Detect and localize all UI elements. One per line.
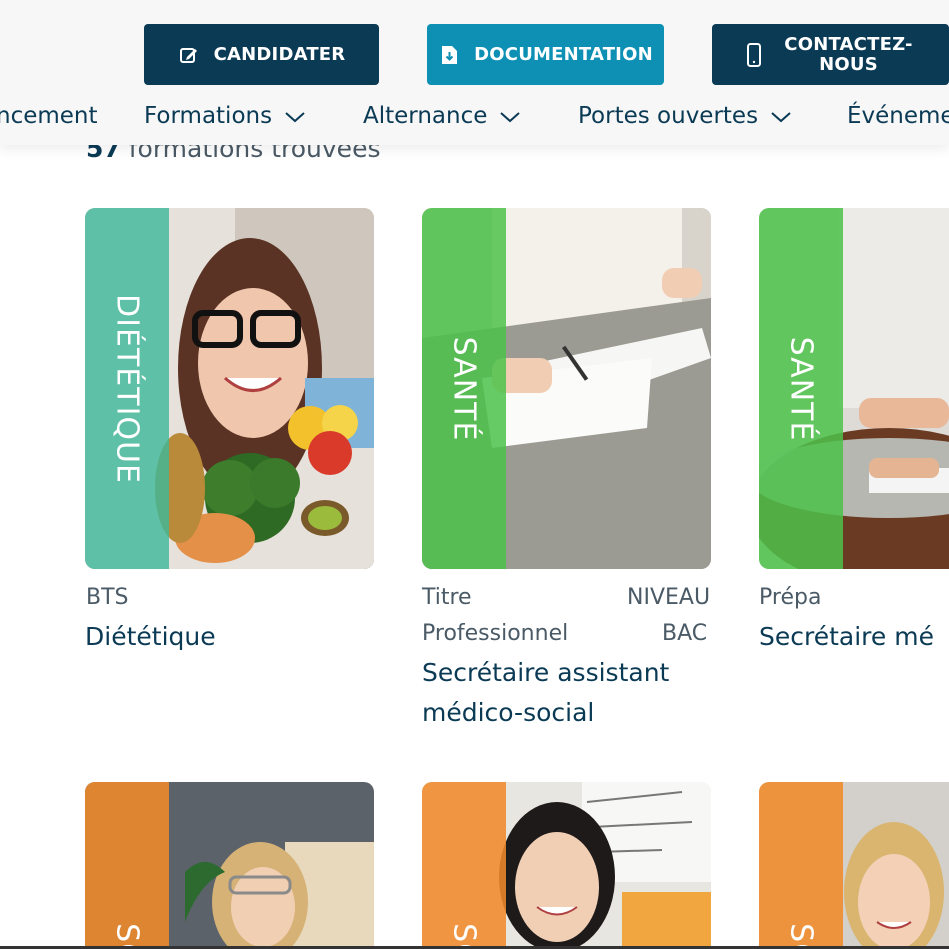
- card-level: BTS: [86, 585, 129, 610]
- category-label: SANTÉ: [783, 336, 819, 441]
- card-image-dietetique[interactable]: DIÉTÉTIQUE: [85, 208, 374, 569]
- edit-icon: [178, 44, 200, 66]
- download-document-icon: [438, 44, 460, 66]
- nav-label: ncement: [0, 103, 98, 129]
- card-image-row2-3[interactable]: SO: [759, 782, 949, 949]
- nav-item-alternance[interactable]: Alternance: [363, 96, 521, 136]
- card-level: Prépa: [759, 585, 822, 610]
- contact-label: CONTACTEZ- NOUS: [779, 33, 919, 75]
- chevron-down-icon: [770, 103, 792, 129]
- chevron-down-icon: [284, 103, 306, 129]
- candidater-button[interactable]: CANDIDATER: [144, 24, 379, 85]
- main-nav: ncement Formations Alternance Portes ouv…: [0, 96, 949, 136]
- category-band: SANTÉ: [759, 208, 843, 569]
- card-title[interactable]: Secrétaire mé: [759, 617, 934, 657]
- card-title[interactable]: Secrétaire assistant: [422, 653, 669, 693]
- category-band: SO: [422, 782, 506, 949]
- card-level: Titre: [422, 585, 472, 610]
- nav-item-evenements[interactable]: Événeme: [847, 96, 949, 136]
- nav-label: Événeme: [847, 103, 949, 129]
- card-level-right: NIVEAU: [627, 585, 711, 610]
- category-label: DIÉTÉTIQUE: [109, 293, 145, 484]
- category-band: SANTÉ: [422, 208, 506, 569]
- contact-button[interactable]: CONTACTEZ- NOUS: [712, 24, 949, 85]
- card-level-line2: Professionnel: [422, 621, 569, 646]
- card-image-row2-1[interactable]: SO: [85, 782, 374, 949]
- card-image-secretaire-medical[interactable]: SANTÉ: [759, 208, 949, 569]
- documentation-button[interactable]: DOCUMENTATION: [427, 24, 664, 85]
- nav-item-portes-ouvertes[interactable]: Portes ouvertes: [578, 96, 792, 136]
- candidater-label: CANDIDATER: [213, 44, 346, 65]
- card-image-secretaire-assistant[interactable]: SANTÉ: [422, 208, 711, 569]
- card-image-row2-2[interactable]: SO: [422, 782, 711, 949]
- card-level-line2-right: BAC: [662, 621, 708, 646]
- nav-label: Formations: [144, 103, 273, 129]
- nav-label: Alternance: [363, 103, 488, 129]
- chevron-down-icon: [499, 103, 521, 129]
- category-band: SO: [759, 782, 843, 949]
- contact-label-line2: NOUS: [819, 53, 878, 75]
- nav-item-formations[interactable]: Formations: [144, 96, 306, 136]
- contact-label-line1: CONTACTEZ-: [784, 33, 913, 55]
- site-header: CANDIDATER DOCUMENTATION CONTACTEZ- NOUS…: [0, 0, 949, 145]
- category-band: SO: [85, 782, 169, 949]
- documentation-label: DOCUMENTATION: [474, 44, 653, 65]
- phone-icon: [743, 42, 765, 67]
- card-title[interactable]: Diététique: [85, 617, 216, 657]
- card-title-line2[interactable]: médico-social: [422, 693, 594, 733]
- nav-item-financement[interactable]: ncement: [0, 96, 98, 136]
- category-label: SANTÉ: [446, 336, 482, 441]
- nav-label: Portes ouvertes: [578, 103, 759, 129]
- category-band: DIÉTÉTIQUE: [85, 208, 169, 569]
